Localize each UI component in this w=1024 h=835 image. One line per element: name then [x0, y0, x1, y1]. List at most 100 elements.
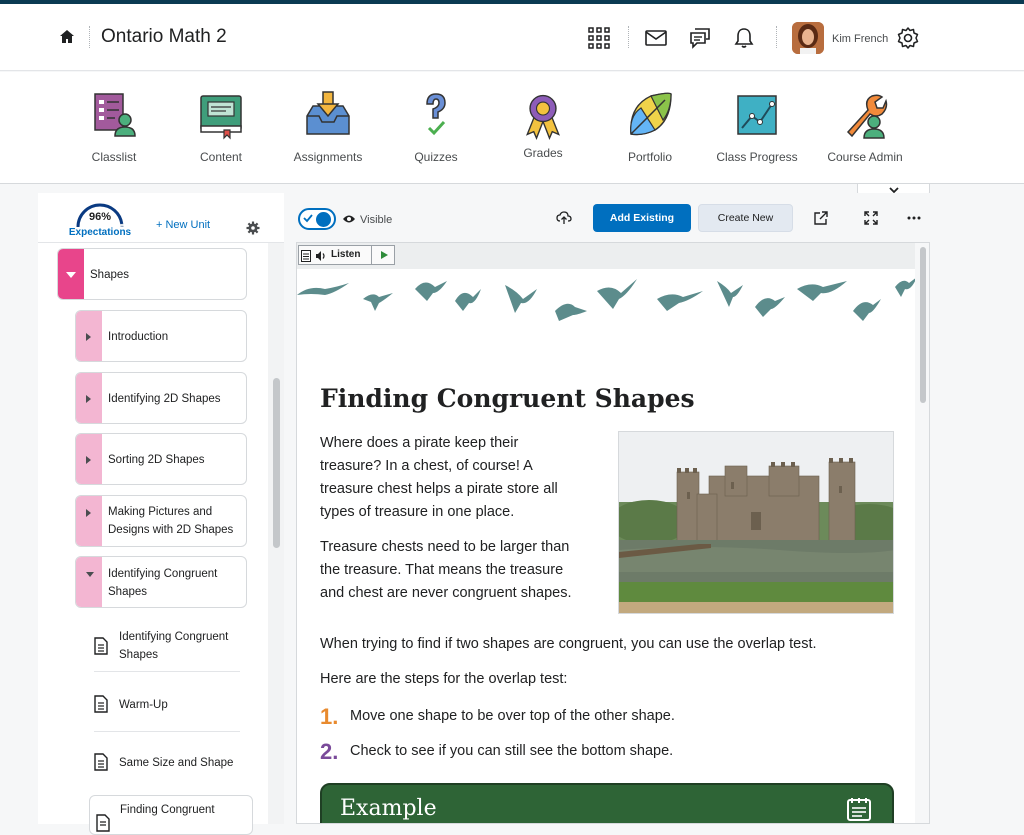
header-divider [776, 26, 777, 48]
content-viewer: Listen Finding Congruent Shapes Where do… [296, 242, 930, 824]
caret-down-icon[interactable] [66, 272, 76, 278]
classlist-icon [94, 93, 136, 137]
document-icon [94, 695, 108, 713]
text-line: and chest are never congruent shapes. [320, 585, 572, 601]
content-scrollbar-thumb[interactable] [920, 247, 926, 403]
topic-item-selected[interactable]: Finding Congruent [89, 795, 253, 835]
mail-icon[interactable] [644, 26, 668, 50]
app-grid-icon[interactable] [587, 26, 611, 50]
text-line: treasure? In a chest, of course! A [320, 458, 533, 474]
fullscreen-icon[interactable] [863, 210, 879, 226]
caret-right-icon[interactable] [86, 509, 91, 517]
bell-icon[interactable] [732, 26, 756, 50]
step-text: Move one shape to be over top of the oth… [350, 708, 675, 724]
assignments-inbox-icon [306, 91, 350, 135]
gear-icon[interactable] [896, 26, 920, 50]
nav-label: Course Admin [827, 150, 903, 164]
expectations-progress[interactable]: 96% Expectations [60, 203, 140, 243]
course-navbar: Classlist Content Assignments Quizzes Gr… [0, 72, 1024, 184]
check-icon [303, 214, 313, 223]
create-new-button[interactable]: Create New [698, 204, 793, 232]
lesson-color-strip [76, 496, 102, 546]
article-title: Finding Congruent Shapes [320, 384, 695, 413]
lesson-item[interactable]: Identifying 2D Shapes [75, 372, 247, 424]
paragraph-overlap: When trying to find if two shapes are co… [320, 636, 817, 652]
caret-right-icon[interactable] [86, 456, 91, 464]
nav-classlist[interactable]: Classlist [64, 90, 164, 164]
step-number: 1. [320, 704, 339, 729]
lesson-label: Sorting 2D Shapes [108, 454, 205, 466]
paragraph-steps-intro: Here are the steps for the overlap test: [320, 671, 568, 687]
example-callout: Example [320, 783, 894, 823]
listen-label[interactable]: Listen [331, 249, 360, 260]
nav-portfolio[interactable]: Portfolio [600, 90, 700, 164]
topic-item[interactable]: Identifying Congruent Shapes [94, 625, 246, 683]
caret-right-icon[interactable] [86, 395, 91, 403]
home-icon[interactable] [58, 28, 76, 46]
unit-shapes[interactable]: Shapes [57, 248, 247, 300]
toggle-knob [316, 212, 331, 227]
lesson-label-line1: Making Pictures and [108, 506, 213, 518]
nav-label: Portfolio [627, 150, 673, 164]
avatar[interactable] [792, 22, 824, 54]
panel-scrollbar-thumb[interactable] [273, 378, 280, 548]
lesson-item[interactable]: Sorting 2D Shapes [75, 433, 247, 485]
topic-divider [94, 731, 240, 732]
topic-item[interactable]: Warm-Up [94, 685, 246, 743]
nav-content[interactable]: Content [171, 90, 271, 164]
text-line: treasure chest helps a pirate store all [320, 481, 558, 497]
step-text: Check to see if you can still see the bo… [350, 743, 674, 759]
document-icon [96, 814, 110, 832]
lesson-item-expanded[interactable]: Identifying Congruent Shapes [75, 556, 247, 608]
lesson-item[interactable]: Introduction [75, 310, 247, 362]
nav-label: Class Progress [716, 150, 798, 164]
upload-cloud-icon[interactable] [556, 210, 572, 226]
example-title: Example [340, 796, 437, 821]
menu-icon[interactable] [301, 250, 311, 262]
topic-item[interactable]: Same Size and Shape [94, 743, 246, 801]
topic-label-line1: Identifying Congruent [119, 631, 229, 643]
add-existing-button[interactable]: Add Existing [593, 204, 691, 232]
readspeaker-bar: Listen [297, 243, 915, 269]
play-button[interactable] [371, 245, 395, 265]
castle-photo [619, 432, 893, 613]
caret-right-icon[interactable] [86, 333, 91, 341]
nav-grades[interactable]: Grades [493, 90, 593, 160]
speaker-icon [316, 251, 325, 261]
course-title[interactable]: Ontario Math 2 [101, 26, 227, 48]
panel-divider [38, 242, 284, 243]
lesson-color-strip [76, 557, 102, 607]
nav-quizzes[interactable]: Quizzes [386, 90, 486, 164]
nav-label: Assignments [293, 150, 363, 164]
text-line: types of treasure in one place. [320, 504, 515, 520]
visibility-toggle[interactable] [298, 208, 336, 230]
play-icon [381, 251, 388, 259]
nav-label: Quizzes [414, 150, 458, 164]
listen-control[interactable]: Listen [298, 245, 395, 265]
document-icon [94, 753, 108, 771]
nav-label: Classlist [91, 150, 137, 164]
nav-course-admin[interactable]: Course Admin [815, 90, 915, 164]
text-line: Treasure chests need to be larger than [320, 539, 570, 555]
panel-settings-gear-icon[interactable] [246, 221, 260, 235]
nav-class-progress[interactable]: Class Progress [707, 90, 807, 164]
new-unit-button[interactable]: + New Unit [156, 219, 210, 231]
nav-assignments[interactable]: Assignments [278, 90, 378, 164]
caret-down-icon[interactable] [86, 572, 94, 577]
content-book-icon [200, 95, 242, 140]
user-name[interactable]: Kim French [832, 33, 888, 45]
topic-label: Finding Congruent [120, 804, 215, 816]
portfolio-leaf-icon [630, 92, 672, 136]
open-new-window-icon[interactable] [813, 210, 829, 226]
nav-label: Grades [523, 146, 563, 160]
course-admin-wrench-icon [846, 94, 888, 139]
grades-ribbon-icon [525, 94, 561, 140]
chat-icon[interactable] [688, 26, 712, 50]
eye-icon [343, 215, 355, 223]
more-options-icon[interactable] [906, 210, 922, 226]
text-line: the treasure. That means the treasure [320, 562, 564, 578]
topic-divider [94, 671, 240, 672]
progress-label: Expectations [68, 227, 132, 238]
topic-label: Same Size and Shape [119, 757, 234, 769]
lesson-item[interactable]: Making Pictures and Designs with 2D Shap… [75, 495, 247, 547]
